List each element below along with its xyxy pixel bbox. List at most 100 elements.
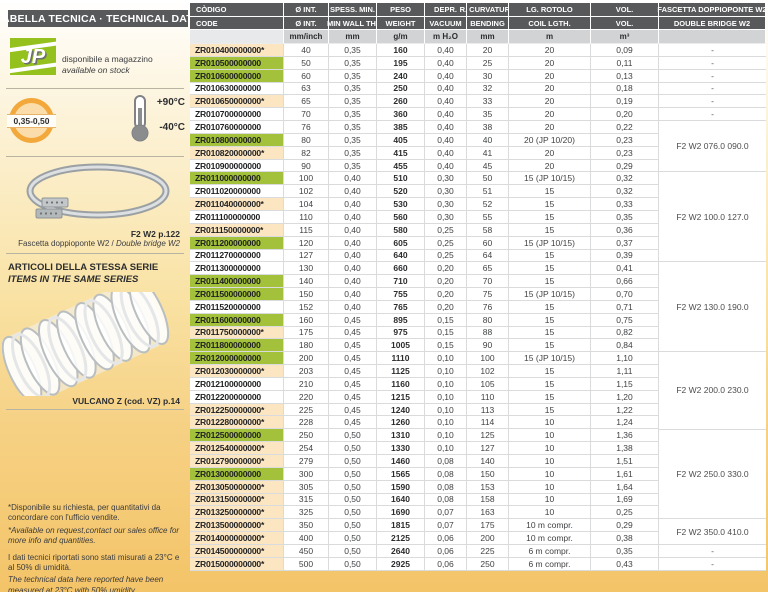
bending-value: 60 [467, 237, 509, 249]
bending-value: 158 [467, 494, 509, 506]
double-bridge-cell: F2 W2 200.0 230.0 [659, 352, 766, 429]
double-bridge-cell: F2 W2 350.0 410.0 [659, 519, 766, 545]
vacuum-value: 0,08 [425, 455, 467, 467]
wall-thickness-value: 0,50 [329, 494, 377, 506]
col-header-volume: VOL. [591, 3, 659, 17]
vacuum-value: 0,30 [425, 185, 467, 197]
product-code: ZR011750000000* [190, 327, 284, 339]
volume-value: 0,39 [591, 250, 659, 262]
bending-value: 150 [467, 468, 509, 480]
vacuum-value: 0,30 [425, 172, 467, 184]
weight-value: 240 [377, 70, 425, 82]
divider [6, 253, 184, 254]
table-row: ZR012250000000*2250,4512400,10113151,22 [190, 404, 659, 417]
temp-max: +90°C [151, 97, 185, 108]
bending-value: 140 [467, 455, 509, 467]
volume-value: 0,33 [591, 198, 659, 210]
bending-value: 250 [467, 558, 509, 570]
weight-value: 1260 [377, 416, 425, 428]
vacuum-value: 0,08 [425, 481, 467, 493]
wall-thickness-value: 0,50 [329, 558, 377, 570]
wall-thickness-value: 0,35 [329, 70, 377, 82]
bending-value: 38 [467, 121, 509, 133]
coil-length-value: 10 [509, 494, 591, 506]
diameter-value: 225 [284, 404, 329, 416]
vacuum-value: 0,08 [425, 468, 467, 480]
product-code: ZR012250000000* [190, 404, 284, 416]
product-code: ZR012100000000 [190, 378, 284, 390]
table-row: ZR0114000000001400,407100,2070150,66 [190, 275, 659, 288]
temp-min: -40°C [151, 122, 185, 133]
wall-thickness-value: 0,50 [329, 506, 377, 518]
table-row: ZR010820000000*820,354150,4041200,23 [190, 147, 659, 160]
volume-value: 0,43 [591, 558, 659, 570]
wall-thickness-value: 0,50 [329, 429, 377, 441]
diameter-value: 63 [284, 83, 329, 95]
product-code: ZR013050000000* [190, 481, 284, 493]
bending-value: 70 [467, 275, 509, 287]
coil-length-value: 15 [509, 185, 591, 197]
weight-value: 640 [377, 250, 425, 262]
col-header-weight: g/m [377, 30, 425, 44]
volume-value: 0,38 [591, 532, 659, 544]
coil-length-value: 10 m compr. [509, 519, 591, 531]
table-row: ZR010760000000760,353850,4038200,22 [190, 121, 659, 134]
volume-value: 1,61 [591, 468, 659, 480]
double-bridge-cell: - [659, 558, 766, 571]
col-header-diameter: Ø INT. [284, 3, 329, 17]
product-code: ZR012000000000 [190, 352, 284, 364]
double-bridge-cell: F2 W2 100.0 127.0 [659, 172, 766, 262]
col-header-wall-thickness: SPESS. MIN. [329, 3, 377, 17]
table-row: ZR014000000000*4000,5021250,0620010 m co… [190, 532, 659, 545]
product-code: ZR011020000000 [190, 185, 284, 197]
coil-length-value: 20 [509, 57, 591, 69]
diameter-value: 115 [284, 224, 329, 236]
col-header-volume: m³ [591, 30, 659, 44]
weight-value: 1815 [377, 519, 425, 531]
diameter-value: 140 [284, 275, 329, 287]
col-header-diameter: mm/inch [284, 30, 329, 44]
vacuum-value: 0,40 [425, 160, 467, 172]
product-code: ZR010400000000* [190, 44, 284, 56]
diameter-value: 160 [284, 314, 329, 326]
weight-value: 385 [377, 121, 425, 133]
coil-length-value: 20 [509, 44, 591, 56]
product-code: ZR010600000000 [190, 70, 284, 82]
volume-value: 0,13 [591, 70, 659, 82]
table-row: ZR012540000000*2540,5013300,10127101,38 [190, 442, 659, 455]
wall-thickness-value: 0,45 [329, 314, 377, 326]
table-row: ZR011150000000*1150,405800,2558150,36 [190, 224, 659, 237]
table-row: ZR010400000000*400,351600,4020200,09 [190, 44, 659, 57]
vacuum-value: 0,30 [425, 198, 467, 210]
wall-thickness-value: 0,40 [329, 224, 377, 236]
diameter-value: 65 [284, 95, 329, 107]
wall-thickness-value: 0,50 [329, 532, 377, 544]
table-row: ZR0118000000001800,4510050,1590150,84 [190, 339, 659, 352]
vacuum-value: 0,10 [425, 404, 467, 416]
product-code: ZR014500000000* [190, 545, 284, 557]
bending-value: 45 [467, 160, 509, 172]
wall-thickness-value: 0,45 [329, 391, 377, 403]
double-bridge-cell: F2 W2 130.0 190.0 [659, 262, 766, 352]
stock-note: disponibile a magazzino available on sto… [62, 54, 153, 76]
diameter-value: 127 [284, 250, 329, 262]
weight-value: 560 [377, 211, 425, 223]
coil-length-value: 15 [509, 339, 591, 351]
bending-value: 90 [467, 339, 509, 351]
coil-length-value: 20 (JP 10/20) [509, 134, 591, 146]
diameter-value: 200 [284, 352, 329, 364]
diameter-value: 60 [284, 70, 329, 82]
volume-value: 0,75 [591, 314, 659, 326]
coil-length-value: 10 [509, 442, 591, 454]
diameter-value: 76 [284, 121, 329, 133]
weight-value: 530 [377, 198, 425, 210]
diameter-value: 228 [284, 416, 329, 428]
table-row: ZR012030000000*2030,4511250,10102151,11 [190, 365, 659, 378]
volume-value: 1,24 [591, 416, 659, 428]
wall-thickness-value: 0,45 [329, 327, 377, 339]
weight-value: 1640 [377, 494, 425, 506]
product-code: ZR012200000000 [190, 391, 284, 403]
product-code: ZR013500000000* [190, 519, 284, 531]
coil-length-value: 20 [509, 147, 591, 159]
col-header-bending: mm [467, 30, 509, 44]
